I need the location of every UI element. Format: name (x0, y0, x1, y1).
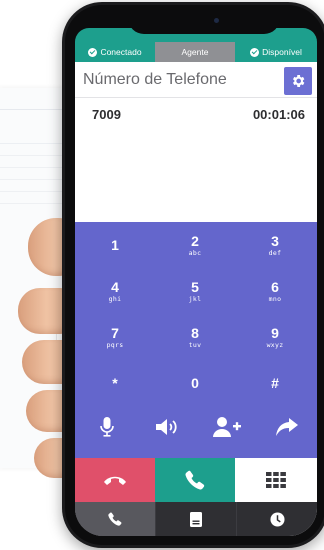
call-number: 7009 (92, 107, 121, 122)
key-2[interactable]: 2 abc (155, 222, 235, 268)
key-digit: 4 (111, 278, 119, 295)
screenshot-stage: 63 49 178 117 5 URAs 2 pcs Conectado Age… (0, 0, 324, 550)
key-digit: 6 (271, 278, 279, 295)
status-connected[interactable]: Conectado (75, 42, 155, 62)
nav-phone[interactable] (75, 502, 156, 536)
transfer-button[interactable] (257, 410, 317, 444)
phone-screen: Conectado Agente Disponível 7009 00:01:0… (75, 42, 317, 536)
status-agent-label: Agente (181, 47, 209, 57)
key-digit: 7 (111, 324, 119, 341)
key-1[interactable]: 1 (75, 222, 155, 268)
key-4[interactable]: 4 ghi (75, 268, 155, 314)
dialpad-button[interactable] (235, 458, 317, 502)
key-7[interactable]: 7 pqrs (75, 314, 155, 360)
transfer-icon (276, 418, 298, 436)
phone-number-input[interactable] (83, 68, 273, 92)
key-digit: 9 (271, 324, 279, 341)
nav-history[interactable] (237, 502, 317, 536)
gear-icon (293, 75, 305, 87)
key-digit: 8 (191, 324, 199, 341)
status-available[interactable]: Disponível (235, 42, 317, 62)
key-letters: abc (188, 248, 202, 257)
hangup-button[interactable] (75, 458, 155, 502)
check-circle-icon (250, 47, 260, 57)
status-agent[interactable]: Agente (155, 42, 235, 62)
key-0[interactable]: 0 (155, 360, 235, 406)
key-letters: tuv (188, 340, 202, 349)
key-letters: mno (268, 294, 282, 303)
answer-icon (185, 470, 205, 490)
key-letters: ghi (108, 294, 122, 303)
hangup-icon (104, 476, 126, 485)
key-star[interactable]: * (75, 360, 155, 406)
add-participant-button[interactable] (197, 410, 257, 444)
settings-button[interactable] (284, 67, 312, 95)
bottom-nav (75, 502, 317, 536)
speaker-icon (156, 419, 177, 435)
microphone-icon (100, 417, 114, 437)
speaker-button[interactable] (137, 410, 197, 444)
status-available-label: Disponível (262, 47, 302, 57)
add-user-icon (213, 417, 241, 437)
key-digit: 0 (191, 375, 199, 391)
phone-number-bar (75, 62, 317, 98)
answer-button[interactable] (155, 458, 235, 502)
contacts-icon (190, 511, 202, 527)
keypad: 1 2 abc 3 def 4 ghi 5 jkl 6 mno 7 pqrs 8… (75, 222, 317, 458)
key-digit: # (271, 375, 279, 391)
call-info: 7009 00:01:06 (75, 98, 317, 222)
mute-button[interactable] (77, 410, 137, 444)
key-digit: 2 (191, 232, 199, 249)
key-3[interactable]: 3 def (235, 222, 315, 268)
phone-notch (128, 6, 280, 34)
status-connected-label: Conectado (100, 47, 142, 57)
front-camera (214, 18, 219, 23)
key-letters: def (268, 248, 282, 257)
key-digit: * (112, 375, 118, 391)
key-digit: 5 (191, 278, 199, 295)
key-5[interactable]: 5 jkl (155, 268, 235, 314)
status-bar: Conectado Agente Disponível (75, 42, 317, 62)
key-hash[interactable]: # (235, 360, 315, 406)
dialpad-icon (266, 472, 286, 488)
check-circle-icon (88, 47, 98, 57)
key-letters: jkl (188, 294, 202, 303)
phone-icon (108, 512, 122, 526)
call-buttons (75, 458, 317, 502)
key-digit: 3 (271, 232, 279, 249)
key-letters: pqrs (106, 340, 124, 349)
key-9[interactable]: 9 wxyz (235, 314, 315, 360)
key-digit: 1 (111, 236, 119, 253)
history-icon (269, 511, 285, 527)
key-letters: wxyz (266, 340, 284, 349)
key-6[interactable]: 6 mno (235, 268, 315, 314)
key-8[interactable]: 8 tuv (155, 314, 235, 360)
nav-contacts[interactable] (156, 502, 237, 536)
call-duration: 00:01:06 (252, 107, 305, 122)
